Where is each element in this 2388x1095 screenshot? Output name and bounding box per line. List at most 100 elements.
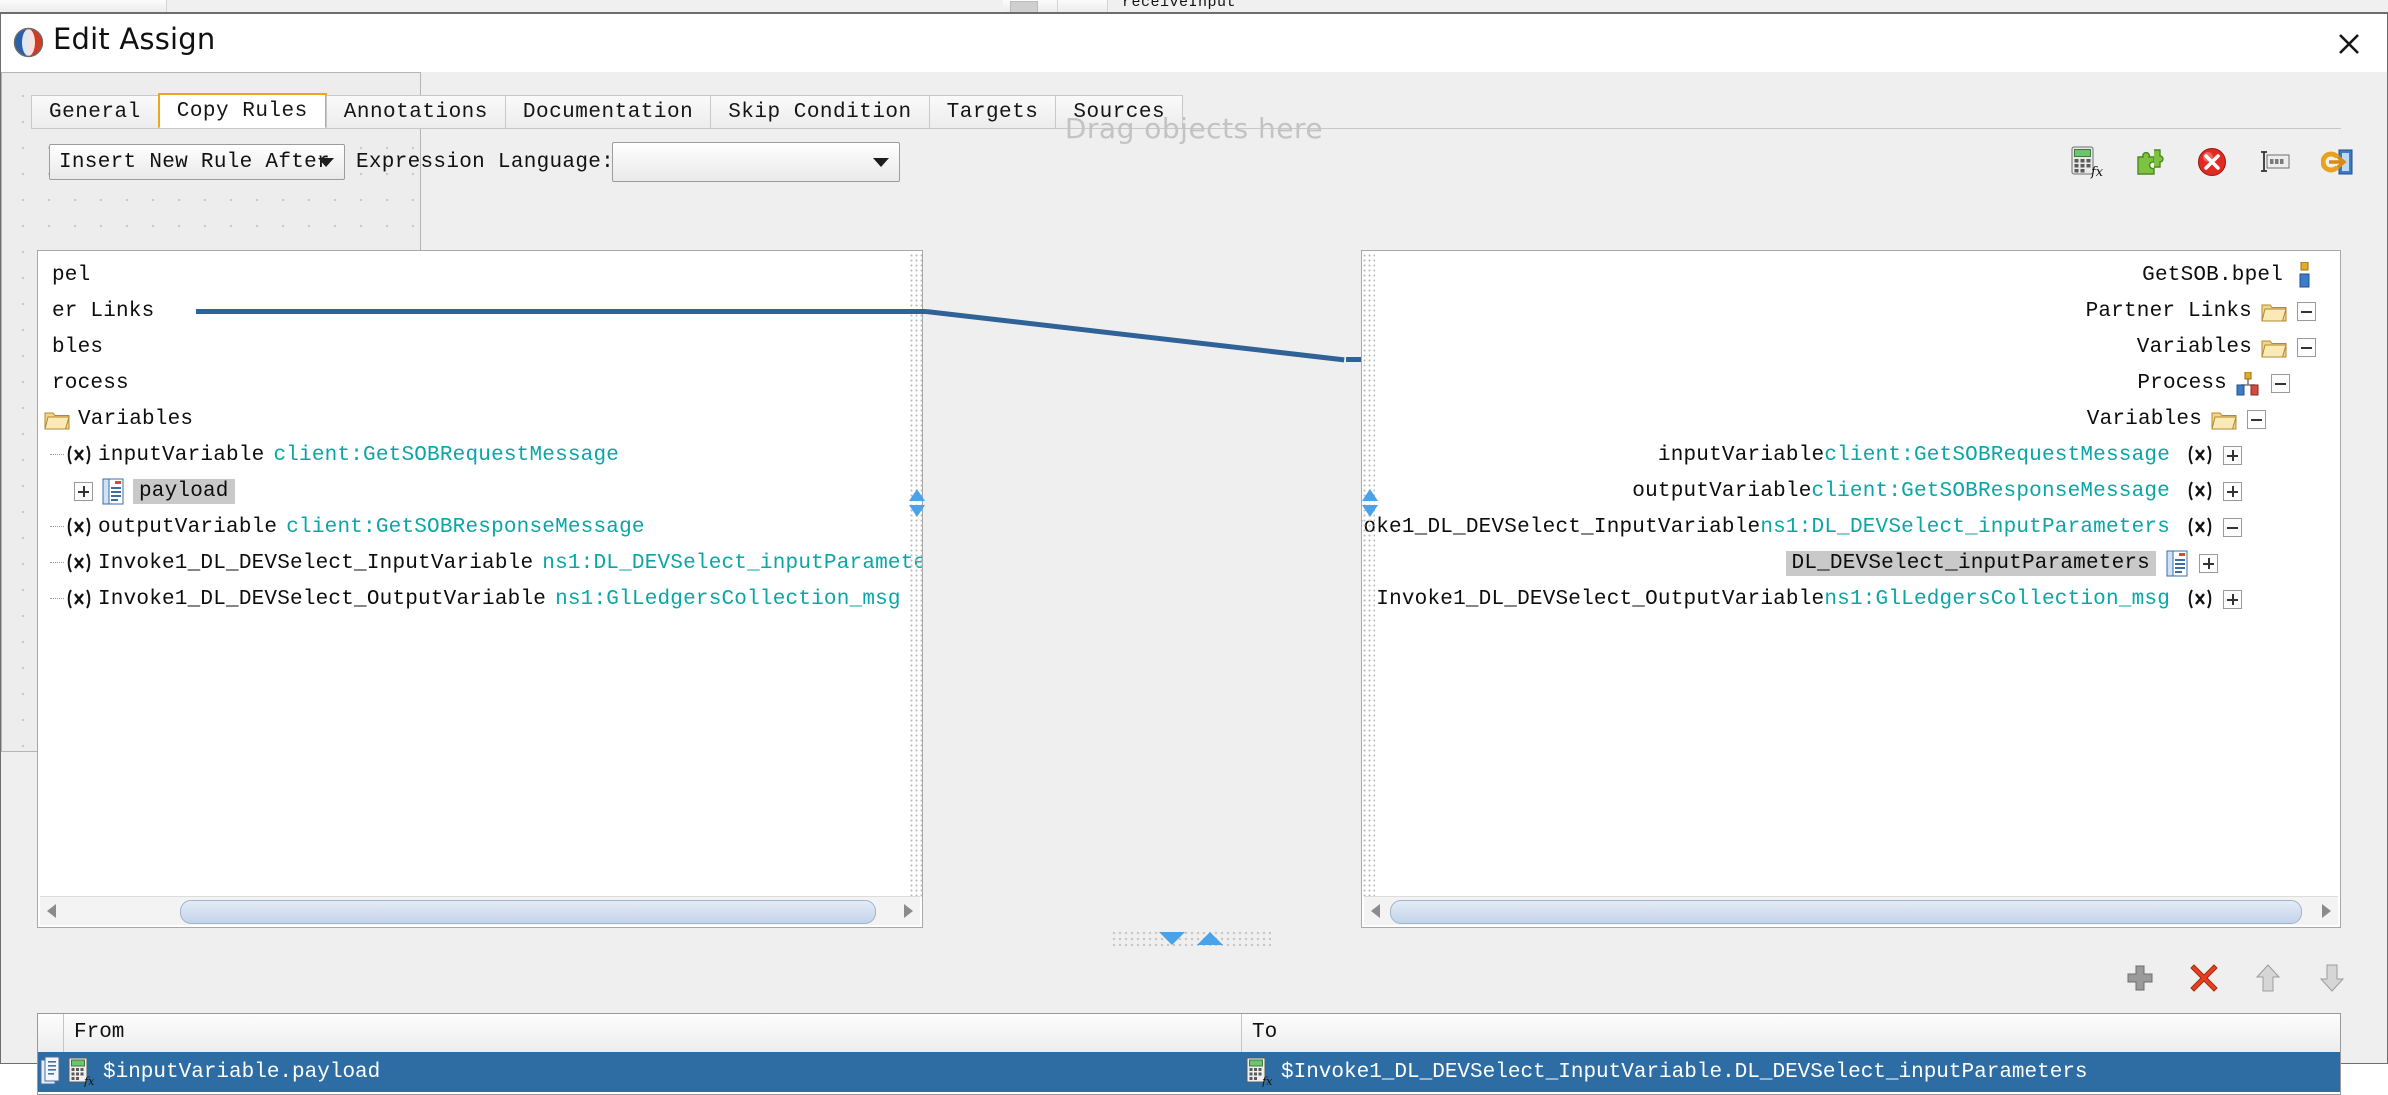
tree-node-dl-devselect-label: DL_DEVSelect_inputParameters [1786, 551, 2156, 576]
collapse-minus-icon[interactable] [2271, 374, 2290, 393]
background-toolbar-icon [1010, 1, 1038, 12]
variable-icon [2187, 588, 2213, 610]
expression-icon: fx [68, 1057, 94, 1087]
expand-plus-icon[interactable] [2223, 482, 2242, 501]
variable-icon [2187, 516, 2213, 538]
expression-language-label: Expression Language: [356, 144, 614, 180]
expression-icon: fx [1246, 1057, 1272, 1087]
copy-rule-link-left-segment [196, 309, 926, 314]
assign-icon [13, 27, 44, 58]
puzzle-piece-icon[interactable] [2132, 145, 2166, 179]
folder-icon [2211, 409, 2237, 430]
hscroll-thumb[interactable] [1390, 900, 2302, 924]
expression-builder-icon[interactable]: fx [2069, 145, 2103, 179]
expression-language-dropdown[interactable] [612, 142, 900, 182]
rule-row-toolbar [2123, 957, 2349, 999]
table-cell-from[interactable]: fx $inputVariable.payload [68, 1052, 1242, 1092]
chevron-down-icon [318, 158, 334, 167]
collapse-down-icon[interactable] [1159, 932, 1185, 945]
svg-text:fx: fx [2090, 165, 2103, 179]
right-panel-hscrollbar[interactable] [1364, 896, 2338, 925]
variable-icon [66, 444, 92, 466]
expand-plus-icon[interactable] [74, 482, 93, 501]
tree-node-partner-links[interactable]: Partner Links [2086, 293, 2316, 329]
tree-node-invoke1-inputvariable[interactable]: Invoke1_DL_DEVSelect_InputVariable ns1:D… [66, 545, 922, 581]
tree-node-invoke1-outputvariable[interactable]: Invoke1_DL_DEVSelect_OutputVariable ns1:… [66, 581, 901, 617]
tree-node-variables-folder[interactable]: Variables [2087, 401, 2266, 437]
close-icon[interactable] [2327, 22, 2371, 66]
application-root: receiveInput Edit Assign [0, 0, 2388, 1064]
dialog-body: General Copy Rules Annotations Documenta… [1, 72, 2387, 1063]
hscroll-thumb[interactable] [180, 900, 876, 924]
move-up-button[interactable] [2251, 961, 2285, 995]
table-header-to[interactable]: To [1242, 1014, 2340, 1052]
insert-rule-value: Insert New Rule After [59, 145, 330, 179]
target-tree: GetSOB.bpel Partner Links [1362, 251, 2340, 927]
tree-node-variables-folder[interactable]: Variables [44, 401, 193, 437]
process-icon [2235, 372, 2261, 394]
tree-node-inputvariable[interactable]: client:GetSOBRequestMessage inputVariabl… [1658, 437, 2242, 473]
bpel-file-icon [2292, 262, 2316, 289]
svg-text:fx: fx [1261, 1075, 1272, 1087]
tree-node-getsob-bpel[interactable]: GetSOB.bpel [2142, 257, 2316, 293]
panel-splitter-handle[interactable] [1111, 930, 1271, 946]
left-panel-hscrollbar[interactable] [40, 896, 920, 925]
table-row[interactable]: fx $inputVariable.payload [38, 1052, 2340, 1092]
collapse-minus-icon[interactable] [2297, 302, 2316, 321]
tree-node-invoke1-outputvariable[interactable]: ns1:GlLedgersCollection_msg Invoke1_DL_D… [1376, 581, 2242, 617]
tree-node-outputvariable[interactable]: client:GetSOBResponseMessage outputVaria… [1632, 473, 2242, 509]
copy-rule-link-diagonal [926, 309, 1345, 362]
dialog-title: Edit Assign [53, 22, 215, 56]
source-tree: pel er Links bles rocess [38, 251, 922, 927]
expand-plus-icon[interactable] [2199, 554, 2218, 573]
collapse-up-icon[interactable] [1197, 932, 1223, 945]
copy-rules-table[interactable]: From To [37, 1013, 2341, 1095]
tree-node-process-truncated[interactable]: rocess [52, 365, 129, 401]
tree-node-variables-root[interactable]: Variables [2137, 329, 2316, 365]
tree-node-partner-links-truncated[interactable]: er Links [52, 293, 154, 329]
variable-icon [66, 552, 92, 574]
insert-rule-dropdown[interactable]: Insert New Rule After [49, 144, 345, 180]
add-rule-button[interactable] [2123, 961, 2157, 995]
background-activity-label: receiveInput [1122, 0, 1236, 11]
tree-node-process[interactable]: Process [2137, 365, 2290, 401]
table-cell-to[interactable]: fx $Invoke1_DL_DEVSelect_InputVariable.D… [1246, 1052, 2340, 1092]
tree-node-variables-truncated[interactable]: bles [52, 329, 103, 365]
scroll-right-icon[interactable] [2322, 904, 2331, 918]
move-down-button[interactable] [2315, 961, 2349, 995]
folder-icon [44, 409, 70, 430]
table-header-from[interactable]: From [64, 1014, 1242, 1052]
source-variables-tree-panel[interactable]: pel er Links bles rocess [37, 250, 923, 928]
dialog-titlebar: Edit Assign [1, 14, 2387, 72]
table-header-row: From To [38, 1014, 2340, 1053]
tree-node-dl-devselect-inputparameters[interactable]: DL_DEVSelect_inputParameters [1786, 545, 2218, 581]
tree-node-payload[interactable]: payload [74, 473, 235, 509]
expand-plus-icon[interactable] [2223, 446, 2242, 465]
tree-node-inputvariable[interactable]: inputVariable client:GetSOBRequestMessag… [66, 437, 619, 473]
left-panel-drag-grip[interactable] [909, 253, 922, 897]
tree-node-outputvariable[interactable]: outputVariable client:GetSOBResponseMess… [66, 509, 645, 545]
target-variables-tree-panel[interactable]: GetSOB.bpel Partner Links [1361, 250, 2341, 928]
variable-icon [66, 588, 92, 610]
right-panel-drag-grip[interactable] [1362, 253, 1375, 897]
collapse-minus-icon[interactable] [2297, 338, 2316, 357]
export-arrow-icon[interactable] [2321, 145, 2355, 179]
expand-plus-icon[interactable] [2223, 590, 2242, 609]
row-indicator-icon [40, 1055, 64, 1089]
collapse-minus-icon[interactable] [2247, 410, 2266, 429]
delete-red-x-icon[interactable] [2195, 145, 2229, 179]
tree-node-bpel-truncated[interactable]: pel [52, 257, 90, 293]
variable-icon [2187, 444, 2213, 466]
variable-icon [66, 516, 92, 538]
scroll-left-icon[interactable] [47, 904, 56, 918]
tree-node-invoke1-inputvariable[interactable]: ns1:DL_DEVSelect_inputParameters Invoke1… [1362, 509, 2242, 545]
collapse-minus-icon[interactable] [2223, 518, 2242, 537]
drop-zone-placeholder: Drag objects here [1, 112, 2387, 145]
background-window-strip: receiveInput [0, 0, 2388, 12]
scroll-right-icon[interactable] [904, 904, 913, 918]
delete-rule-button[interactable] [2187, 961, 2221, 995]
scroll-left-icon[interactable] [1371, 904, 1380, 918]
rename-ruler-icon[interactable] [2258, 145, 2292, 179]
svg-text:fx: fx [83, 1075, 94, 1087]
chevron-down-icon [873, 158, 889, 167]
